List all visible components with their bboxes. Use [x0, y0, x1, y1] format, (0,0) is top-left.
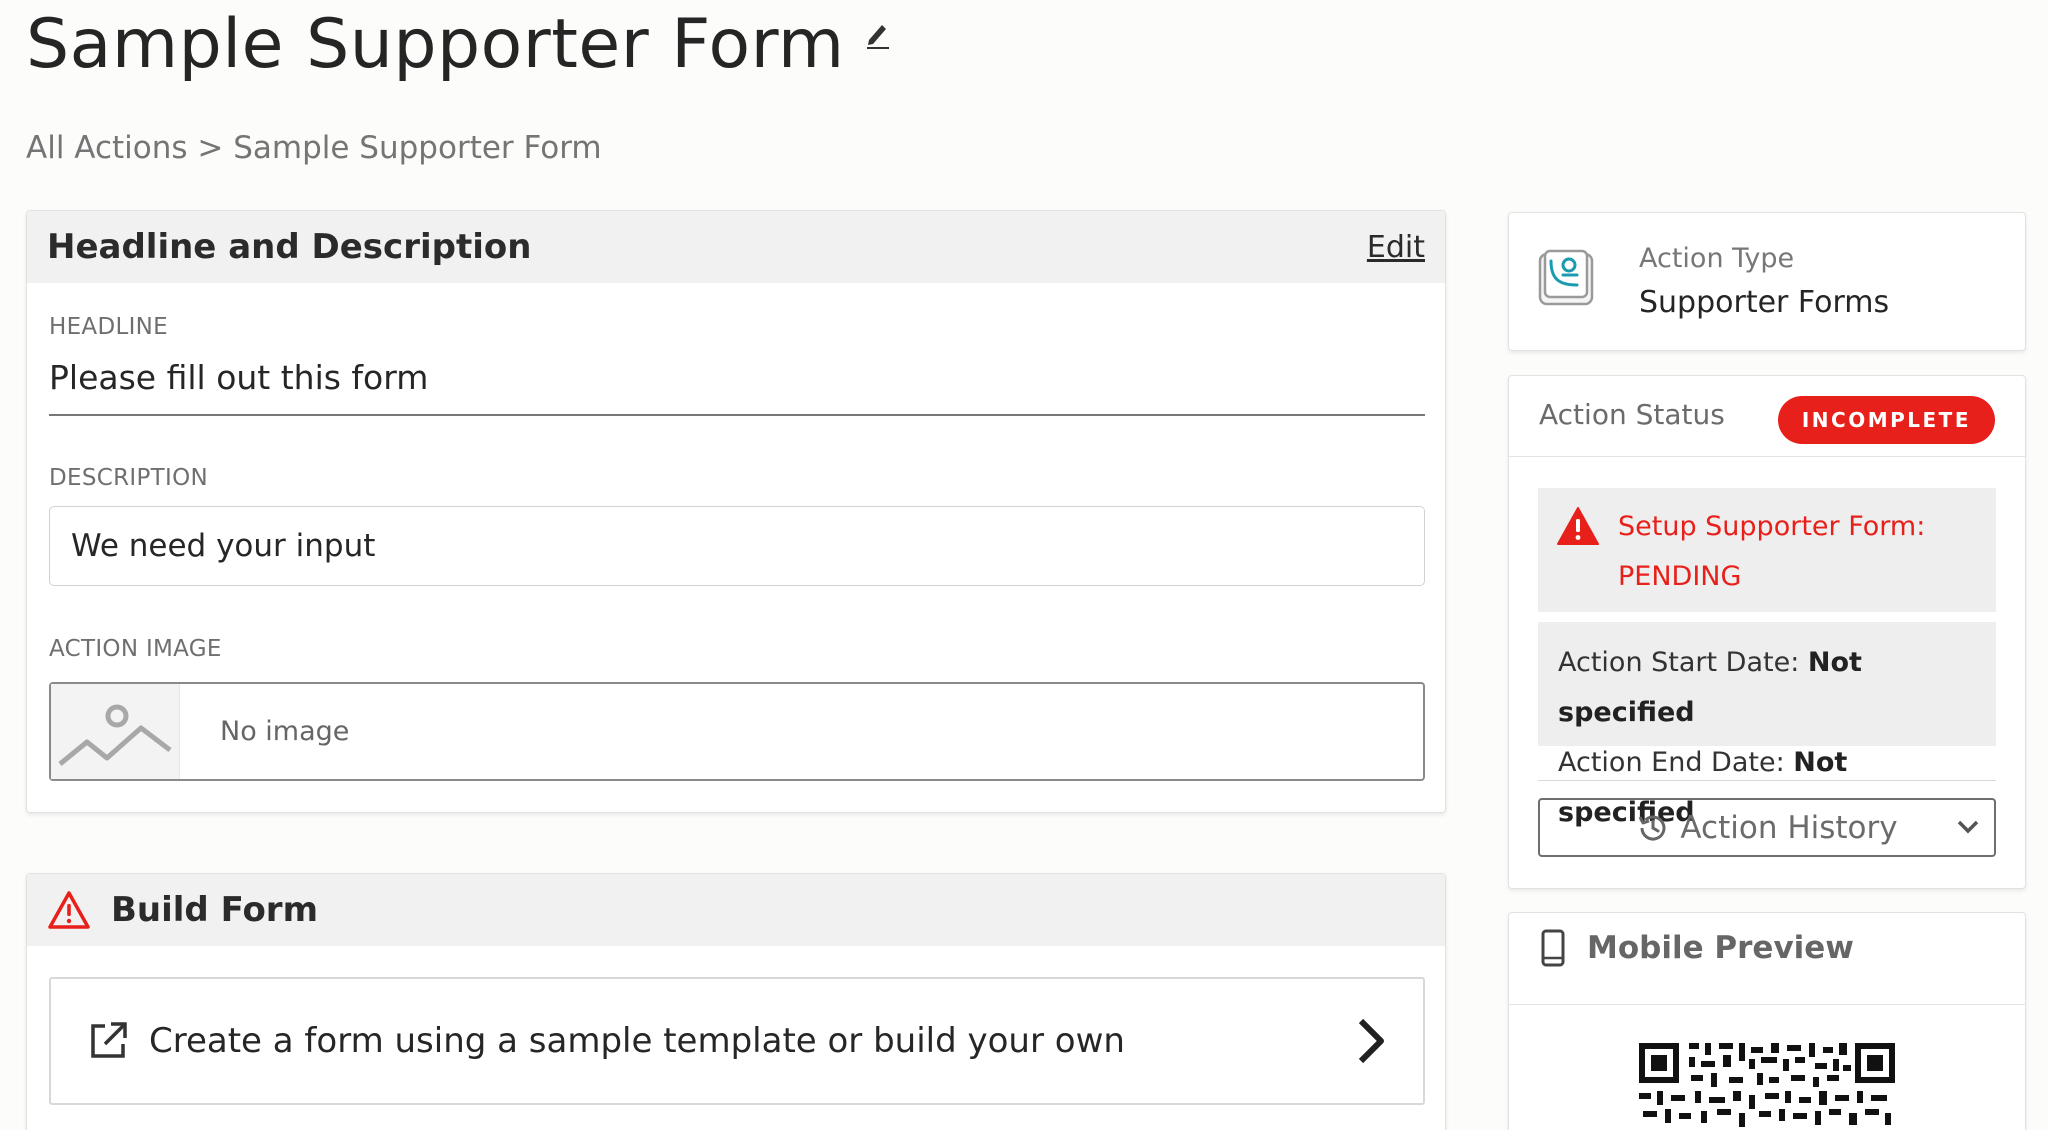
action-type-value: Supporter Forms	[1639, 285, 1890, 320]
qr-code[interactable]	[1639, 1043, 1895, 1130]
dates-box: Action Start Date: Not specified Action …	[1538, 622, 1996, 828]
start-date-label: Action Start Date:	[1558, 647, 1800, 678]
create-form-label: Create a form using a sample template or…	[149, 1021, 1125, 1061]
warning-filled-icon	[1557, 507, 1599, 545]
history-icon	[1639, 815, 1666, 841]
divider	[49, 414, 1425, 416]
divider	[1538, 780, 1996, 781]
action-status-card: Action Status INCOMPLETE Setup Supporter…	[1508, 375, 2026, 889]
end-date-label: Action End Date:	[1558, 747, 1785, 778]
no-image-text: No image	[220, 716, 350, 747]
pending-alert: Setup Supporter Form: PENDING	[1538, 488, 1996, 612]
pending-line1: Setup Supporter Form:	[1618, 511, 1926, 542]
page: Sample Supporter Form All Actions > Samp…	[0, 0, 2048, 1130]
status-badge: INCOMPLETE	[1777, 396, 1995, 444]
action-history-dropdown[interactable]: Action History	[1538, 798, 1996, 857]
card-header: Headline and Description Edit	[27, 211, 1445, 283]
start-date-row: Action Start Date: Not specified	[1558, 638, 1976, 738]
pending-text: Setup Supporter Form: PENDING	[1618, 502, 1925, 602]
chevron-down-icon	[1957, 820, 1979, 834]
description-value: We need your input	[71, 528, 376, 564]
mobile-phone-icon	[1541, 929, 1565, 967]
page-title: Sample Supporter Form	[26, 5, 845, 84]
warning-icon	[48, 891, 90, 929]
mobile-preview-title: Mobile Preview	[1587, 930, 1854, 966]
chevron-right-icon	[1358, 1018, 1384, 1064]
action-type-card: Action Type Supporter Forms	[1508, 212, 2026, 351]
card-header: Build Form	[27, 874, 1445, 946]
edit-pencil-icon[interactable]	[865, 20, 891, 50]
breadcrumb[interactable]: All Actions > Sample Supporter Form	[26, 130, 602, 166]
description-label: DESCRIPTION	[49, 465, 208, 491]
title-row: Sample Supporter Form	[26, 2, 891, 88]
divider	[1509, 1004, 2025, 1005]
card-title: Headline and Description	[47, 227, 532, 267]
create-form-link[interactable]: Create a form using a sample template or…	[49, 977, 1425, 1105]
description-field[interactable]: We need your input	[49, 506, 1425, 586]
build-form-card: Build Form Create a form using a sample …	[26, 873, 1446, 1130]
pending-line2: PENDING	[1618, 561, 1742, 592]
action-image-field[interactable]: No image	[49, 682, 1425, 781]
supporter-form-icon	[1537, 249, 1595, 311]
action-history-label: Action History	[1680, 809, 1898, 846]
action-image-label: ACTION IMAGE	[49, 636, 222, 662]
external-link-icon	[91, 1022, 127, 1058]
divider	[1509, 456, 2025, 457]
card-title: Build Form	[111, 890, 319, 930]
mobile-preview-card: Mobile Preview	[1508, 912, 2026, 1130]
headline-value: Please fill out this form	[49, 358, 429, 397]
headline-label: HEADLINE	[49, 314, 169, 340]
action-type-label: Action Type	[1639, 243, 1795, 274]
mobile-preview-header: Mobile Preview	[1541, 929, 1854, 967]
edit-link[interactable]: Edit	[1367, 230, 1425, 265]
headline-description-card: Headline and Description Edit HEADLINE P…	[26, 210, 1446, 813]
image-placeholder-icon	[51, 684, 180, 779]
action-status-title: Action Status	[1539, 398, 1725, 431]
